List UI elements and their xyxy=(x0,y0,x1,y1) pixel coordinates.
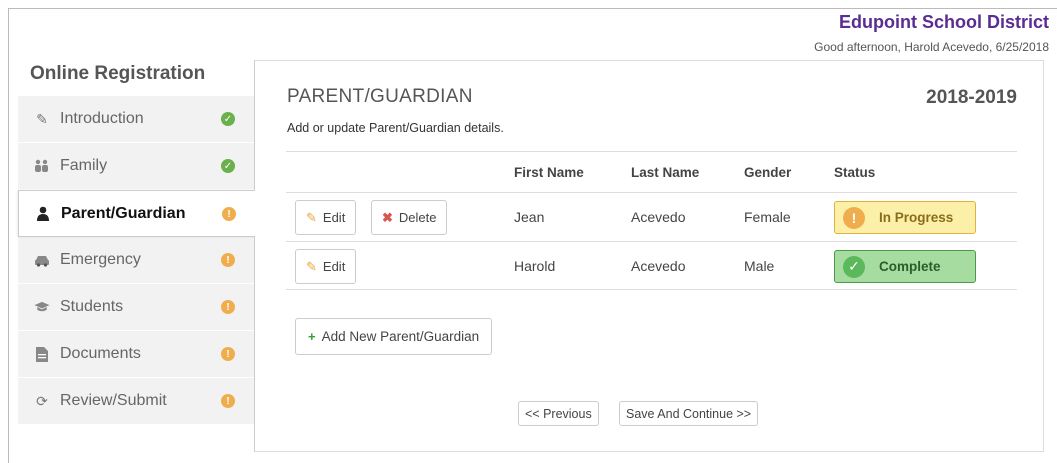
sidebar-item-label: Parent/Guardian xyxy=(61,204,186,222)
refresh-icon: ⟳ xyxy=(36,392,48,409)
pencil-icon: ✎ xyxy=(306,258,317,274)
check-icon: ✓ xyxy=(843,255,865,278)
document-icon xyxy=(34,346,50,362)
save-and-continue-button[interactable]: Save And Continue >> xyxy=(619,401,759,426)
last-name-cell: Acevedo xyxy=(631,257,686,274)
exclamation-icon: ! xyxy=(221,300,235,314)
first-name-cell: Harold xyxy=(514,257,556,274)
sidebar-item-students[interactable]: Students ! xyxy=(18,284,254,331)
gender-cell: Male xyxy=(744,257,775,274)
sidebar-item-label: Students xyxy=(60,298,124,315)
sidebar-item-label: Documents xyxy=(60,345,141,362)
sidebar-item-introduction[interactable]: ✎ Introduction ✓ xyxy=(18,96,254,143)
district-brand: Edupoint School District xyxy=(839,12,1049,32)
guardian-table: First Name Last Name Gender Status ✎ Edi… xyxy=(286,151,1017,290)
previous-button[interactable]: << Previous xyxy=(518,401,599,426)
sidebar-item-label: Emergency xyxy=(60,251,141,268)
greeting-text: Good afternoon, Harold Acevedo, 6/25/201… xyxy=(814,40,1049,54)
close-icon: ✖ xyxy=(382,209,393,225)
exclamation-icon: ! xyxy=(221,253,235,267)
delete-button[interactable]: ✖ Delete xyxy=(371,200,448,235)
user-icon xyxy=(35,206,51,222)
exclamation-icon: ! xyxy=(843,206,865,229)
plus-icon: + xyxy=(308,329,316,344)
edit-button[interactable]: ✎ Edit xyxy=(295,249,357,284)
sidebar-item-label: Family xyxy=(60,157,108,174)
sidebar-item-documents[interactable]: Documents ! xyxy=(18,331,254,378)
status-badge[interactable]: ✓ Complete xyxy=(834,250,976,283)
page-subtitle: Add or update Parent/Guardian details. xyxy=(287,121,504,135)
exclamation-icon: ! xyxy=(221,347,235,361)
table-row: ✎ Edit ✖ Delete Jean Acevedo Female ! In… xyxy=(286,192,1017,241)
graduation-cap-icon xyxy=(34,299,50,315)
column-header-first-name: First Name xyxy=(514,164,584,180)
sidebar-item-review-submit[interactable]: ⟳ Review/Submit ! xyxy=(18,378,254,425)
status-badge[interactable]: ! In Progress xyxy=(834,201,976,234)
sidebar-item-label: Introduction xyxy=(60,110,144,127)
sidebar-item-label: Review/Submit xyxy=(60,392,167,409)
school-year: 2018-2019 xyxy=(926,87,1017,108)
exclamation-icon: ! xyxy=(222,207,236,221)
first-name-cell: Jean xyxy=(514,209,545,225)
last-name-cell: Acevedo xyxy=(631,209,686,225)
check-icon: ✓ xyxy=(221,112,235,126)
exclamation-icon: ! xyxy=(221,394,235,408)
table-header-row: First Name Last Name Gender Status xyxy=(286,151,1017,192)
column-header-gender: Gender xyxy=(744,164,792,180)
family-icon xyxy=(34,158,50,174)
sidebar-item-family[interactable]: Family ✓ xyxy=(18,143,254,190)
edit-button[interactable]: ✎ Edit xyxy=(295,200,357,235)
gender-cell: Female xyxy=(744,209,791,225)
column-header-status: Status xyxy=(834,164,876,180)
sidebar-item-parent-guardian[interactable]: Parent/Guardian ! xyxy=(18,190,255,237)
pencil-icon: ✎ xyxy=(306,209,317,225)
app-title: Online Registration xyxy=(30,63,206,84)
column-header-last-name: Last Name xyxy=(631,164,700,180)
check-icon: ✓ xyxy=(221,159,235,173)
car-icon xyxy=(34,252,50,268)
sidebar-nav: ✎ Introduction ✓ Family ✓ Parent/Guardia… xyxy=(18,96,255,425)
page-title: PARENT/GUARDIAN xyxy=(287,86,473,107)
pencil-icon: ✎ xyxy=(36,110,48,127)
add-parent-guardian-button[interactable]: + Add New Parent/Guardian xyxy=(295,318,493,355)
sidebar-item-emergency[interactable]: Emergency ! xyxy=(18,237,254,284)
table-row: ✎ Edit Harold Acevedo Male ✓ Complete xyxy=(286,241,1017,290)
